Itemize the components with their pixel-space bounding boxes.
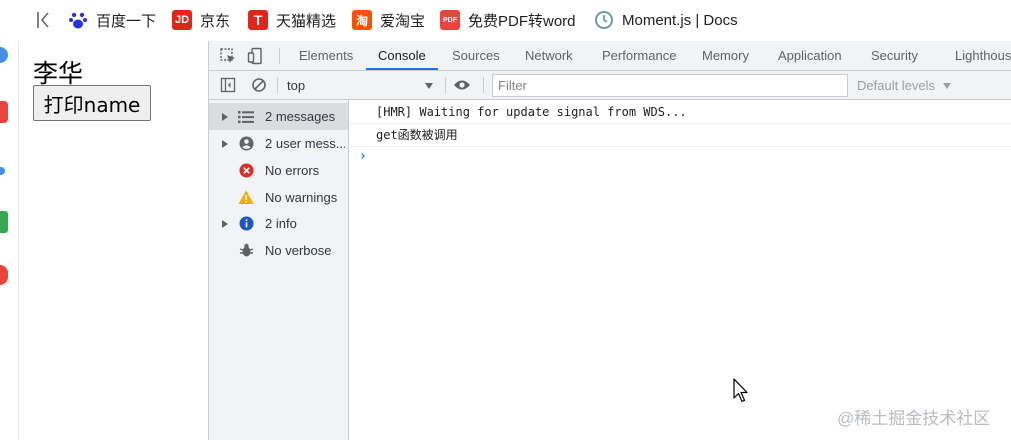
taobao-logo-icon: 淘 [352, 10, 372, 30]
app-shortcut-icon[interactable] [0, 47, 8, 63]
expand-arrow-icon[interactable] [222, 219, 228, 228]
bookmark-label: 免费PDF转word [468, 12, 576, 30]
console-message: [HMR] Waiting for update signal from WDS… [349, 101, 1011, 124]
bookmark-label: Moment.js | Docs [622, 11, 738, 29]
watermark-text: @稀土掘金技术社区 [837, 409, 991, 428]
tmall-logo-icon: T [248, 10, 268, 30]
show-sidebar-icon[interactable] [219, 76, 237, 94]
mouse-pointer-icon [733, 378, 749, 409]
toolbar-divider [483, 77, 484, 93]
app-shortcut-icon[interactable] [0, 265, 8, 285]
console-sidebar: 2 messages 2 user mess... No errors No w… [209, 100, 349, 440]
sidebar-item-label: 2 info [265, 216, 297, 231]
sidebar-item-label: No warnings [265, 190, 338, 205]
bookmark-label: 天猫精选 [276, 12, 337, 30]
clock-icon [594, 10, 614, 30]
inspect-element-icon[interactable] [219, 47, 237, 65]
jd-logo-icon: JD [172, 10, 192, 30]
bug-icon [238, 243, 254, 259]
bookmark-label: 京东 [200, 12, 231, 30]
tab-console[interactable]: Console [378, 41, 426, 71]
bookmark-label: 百度一下 [96, 12, 157, 30]
print-name-button[interactable]: 打印name [33, 85, 151, 121]
app-shortcut-icon[interactable] [0, 167, 5, 175]
chevron-down-icon [425, 83, 433, 89]
toolbar-divider [279, 48, 280, 64]
tab-security[interactable]: Security [871, 41, 918, 71]
bookmark-label: 爱淘宝 [380, 12, 426, 30]
tab-network[interactable]: Network [525, 41, 573, 71]
info-icon [238, 216, 254, 232]
toolbar-divider [445, 77, 446, 93]
list-icon [238, 109, 254, 125]
log-levels-dropdown[interactable]: Default levels [857, 78, 935, 93]
active-tab-indicator [366, 68, 438, 70]
user-icon [238, 136, 254, 152]
sidebar-item-label: No errors [265, 163, 320, 178]
filter-input[interactable] [492, 74, 848, 97]
console-toolbar: top Default levels [209, 71, 1011, 100]
tab-performance[interactable]: Performance [602, 41, 676, 71]
warning-icon [238, 190, 254, 206]
sidebar-item-errors[interactable]: No errors [209, 157, 348, 184]
console-output[interactable]: [HMR] Waiting for update signal from WDS… [349, 100, 1011, 440]
tab-sources[interactable]: Sources [452, 41, 500, 71]
expand-arrow-icon[interactable] [222, 139, 228, 148]
bookmark-pdf[interactable]: PDF 免费PDF转word [440, 8, 576, 32]
bookmark-baidu[interactable]: 百度一下 [68, 8, 156, 32]
baidu-paw-icon [68, 10, 88, 30]
error-icon [238, 163, 254, 179]
console-prompt-icon[interactable]: › [359, 149, 367, 164]
tab-lighthouse[interactable]: Lighthous [955, 41, 1011, 71]
app-shortcut-icon[interactable] [0, 101, 8, 123]
sidebar-item-verbose[interactable]: No verbose [209, 237, 348, 264]
devtools-tab-bar: Elements Console Sources Network Perform… [209, 41, 1011, 71]
eye-icon[interactable] [453, 76, 471, 94]
tab-memory[interactable]: Memory [702, 41, 749, 71]
bookmarks-bar: 百度一下 JD 京东 T 天猫精选 淘 爱淘宝 PDF 免费PDF转word M… [0, 0, 1011, 41]
clear-console-icon[interactable] [250, 76, 268, 94]
bookmark-taobao[interactable]: 淘 爱淘宝 [352, 8, 425, 32]
left-app-strip [0, 41, 19, 440]
sidebar-item-messages[interactable]: 2 messages [209, 103, 348, 130]
console-message: get函数被调用 [349, 124, 1011, 147]
device-toolbar-icon[interactable] [247, 47, 265, 65]
toolbar-divider [277, 77, 278, 93]
tab-elements[interactable]: Elements [299, 41, 353, 71]
sidebar-item-label: 2 user mess... [265, 136, 345, 151]
sidebar-toggle-icon[interactable] [32, 8, 54, 32]
app-shortcut-icon[interactable] [0, 211, 8, 233]
context-selector[interactable]: top [287, 76, 437, 96]
devtools-panel: Elements Console Sources Network Perform… [208, 41, 1011, 440]
bookmark-tmall[interactable]: T 天猫精选 [248, 8, 336, 32]
sidebar-item-user-messages[interactable]: 2 user mess... [209, 130, 348, 157]
sidebar-item-label: 2 messages [265, 109, 336, 124]
sidebar-item-label: No verbose [265, 243, 332, 258]
pdf-icon: PDF [440, 10, 460, 30]
sidebar-item-warnings[interactable]: No warnings [209, 184, 348, 211]
bookmark-jd[interactable]: JD 京东 [172, 8, 230, 32]
page-viewport: 李华 打印name [19, 41, 208, 440]
chevron-down-icon [943, 83, 951, 89]
sidebar-item-info[interactable]: 2 info [209, 210, 348, 237]
expand-arrow-icon[interactable] [222, 112, 228, 121]
bookmark-moment[interactable]: Moment.js | Docs [594, 8, 738, 32]
tab-application[interactable]: Application [778, 41, 842, 71]
